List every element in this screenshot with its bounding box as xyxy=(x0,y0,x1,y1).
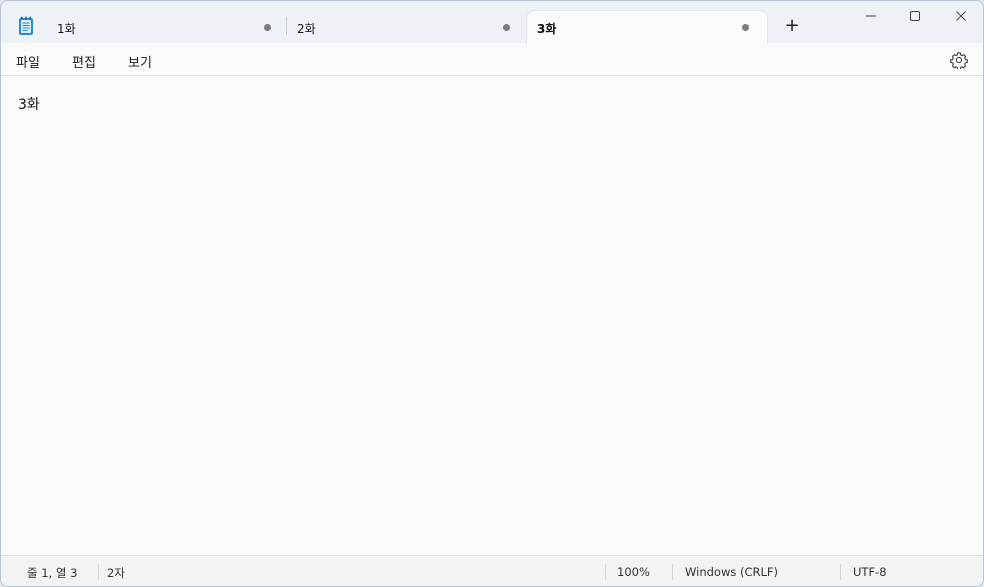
menu-view[interactable]: 보기 xyxy=(128,52,152,71)
tab-separator xyxy=(286,17,287,35)
status-separator xyxy=(98,564,99,580)
status-bar: 줄 1, 열 3 2자 100% Windows (CRLF) UTF-8 xyxy=(1,555,983,586)
minimize-button[interactable] xyxy=(848,1,894,31)
notepad-window: 1화 2화 3화 + 파일 편집 보기 3화 줄 1, 열 3 2자 100% … xyxy=(0,0,984,587)
line-ending[interactable]: Windows (CRLF) xyxy=(685,565,778,579)
tab-2[interactable]: 2화 xyxy=(297,11,519,43)
tab-1[interactable]: 1화 xyxy=(57,11,279,43)
new-tab-button[interactable]: + xyxy=(782,16,802,36)
tab-2-label: 2화 xyxy=(297,22,316,36)
title-bar: 1화 2화 3화 + xyxy=(1,1,983,44)
cursor-position[interactable]: 줄 1, 열 3 xyxy=(27,565,77,581)
maximize-icon xyxy=(910,11,920,21)
tab-3-label: 3화 xyxy=(537,22,557,36)
tab-3-active[interactable]: 3화 xyxy=(527,11,767,44)
close-button[interactable] xyxy=(938,1,983,31)
unsaved-dot-icon[interactable] xyxy=(264,24,271,31)
status-separator xyxy=(840,564,841,580)
menu-file[interactable]: 파일 xyxy=(16,52,40,71)
unsaved-dot-icon[interactable] xyxy=(503,24,510,31)
zoom-level[interactable]: 100% xyxy=(617,565,650,579)
maximize-button[interactable] xyxy=(892,1,938,31)
encoding[interactable]: UTF-8 xyxy=(853,565,887,579)
settings-gear-icon[interactable] xyxy=(950,51,968,69)
status-separator xyxy=(605,564,606,580)
editor-content[interactable]: 3화 xyxy=(18,94,40,114)
text-editor[interactable]: 3화 xyxy=(1,77,983,554)
menu-bar: 파일 편집 보기 xyxy=(1,44,983,76)
close-icon xyxy=(956,11,966,21)
unsaved-dot-icon[interactable] xyxy=(742,24,749,31)
notepad-icon xyxy=(19,16,33,35)
tab-1-label: 1화 xyxy=(57,22,76,36)
status-separator xyxy=(672,564,673,580)
menu-edit[interactable]: 편집 xyxy=(72,52,96,71)
minimize-icon xyxy=(866,15,876,17)
character-count: 2자 xyxy=(107,566,125,580)
